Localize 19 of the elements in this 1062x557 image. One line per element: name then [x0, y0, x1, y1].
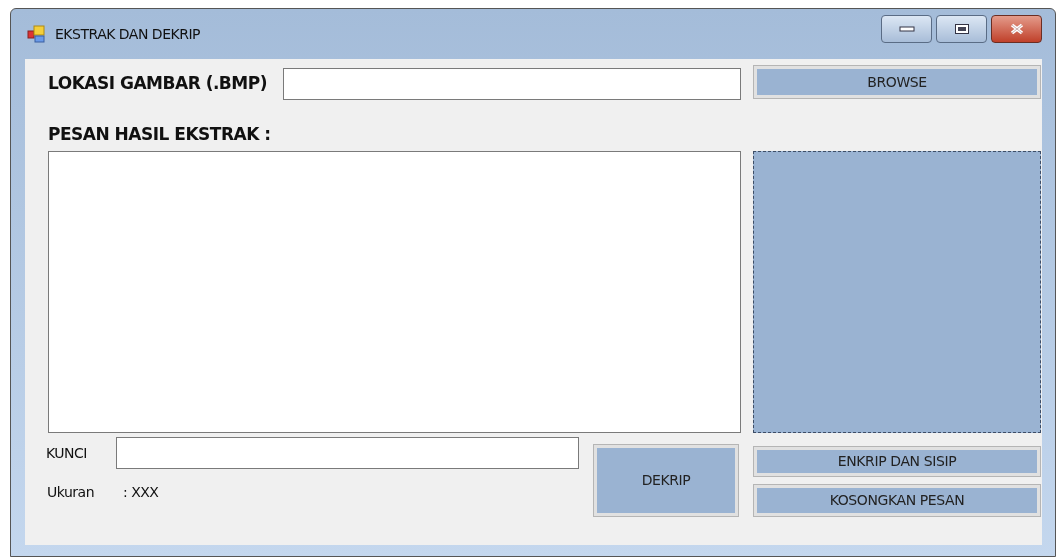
field-label: LOKASI GAMBAR (.BMP): [48, 72, 267, 96]
maximize-icon: [953, 23, 970, 35]
key-field[interactable]: [116, 437, 579, 469]
size-value: : XXX: [123, 482, 159, 502]
close-icon: [1008, 23, 1025, 35]
encrypt-button[interactable]: ENKRIP DAN SISIP: [753, 446, 1041, 477]
close-button[interactable]: [991, 15, 1042, 43]
browse-button[interactable]: BROWSE: [753, 65, 1041, 99]
clear-button[interactable]: KOSONGKAN PESAN: [753, 484, 1041, 517]
maximize-button[interactable]: [936, 15, 987, 43]
minimize-icon: [898, 26, 915, 32]
section-label: PESAN HASIL EKSTRAK :: [48, 122, 271, 146]
image-path-field[interactable]: [283, 68, 741, 100]
key-label: KUNCI: [46, 443, 88, 463]
size-label: Ukuran: [47, 482, 95, 502]
window-title: EKSTRAK DAN DEKRIP: [55, 24, 200, 44]
minimize-button[interactable]: [881, 15, 932, 43]
app-icon: [27, 25, 47, 43]
decrypt-button[interactable]: DEKRIP: [593, 444, 739, 517]
